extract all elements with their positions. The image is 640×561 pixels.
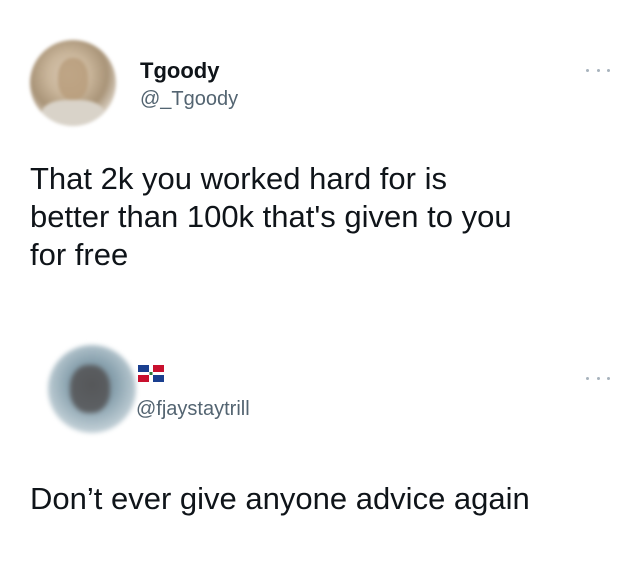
tweet-text-line: for free	[30, 237, 129, 272]
tweet-text: Don’t ever give anyone advice again	[30, 480, 630, 518]
avatar-face	[70, 365, 110, 413]
user-handle[interactable]: @_Tgoody	[140, 88, 238, 111]
more-options-icon[interactable]	[586, 66, 610, 74]
avatar-face	[58, 58, 88, 100]
more-options-icon[interactable]	[586, 374, 610, 382]
tweet-text-line: Don’t ever give anyone advice again	[30, 481, 530, 516]
tweet-original[interactable]: Tgoody @_Tgoody That 2k you worked hard …	[0, 0, 640, 330]
avatar-body	[42, 100, 104, 126]
avatar[interactable]	[48, 345, 136, 433]
user-handle[interactable]: @fjaystaytrill	[136, 398, 250, 421]
tweet-text: That 2k you worked hard for is better th…	[30, 160, 610, 274]
display-name[interactable]: Tgoody	[140, 58, 219, 84]
tweet-text-line: better than 100k that's given to you	[30, 199, 512, 234]
dominican-republic-flag-icon	[138, 365, 164, 382]
avatar[interactable]	[30, 40, 116, 126]
tweet-text-line: That 2k you worked hard for is	[30, 161, 447, 196]
